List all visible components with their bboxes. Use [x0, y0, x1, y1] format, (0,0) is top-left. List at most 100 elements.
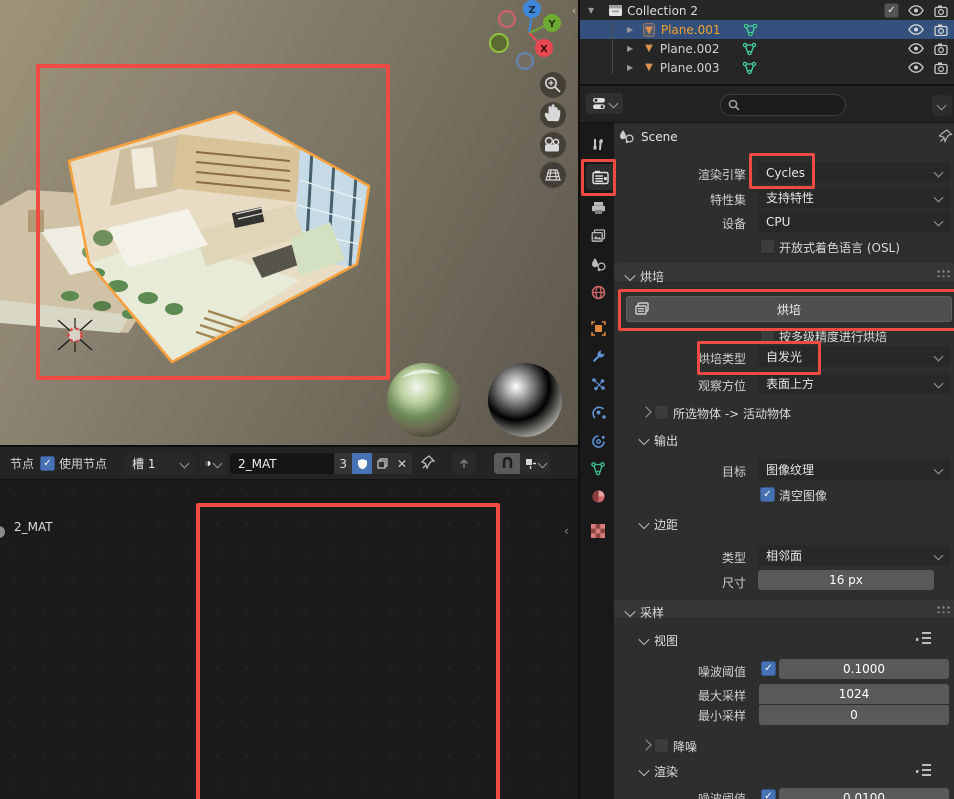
multires-checkbox[interactable]: [760, 328, 775, 343]
use-nodes-label[interactable]: 使用节点: [59, 455, 107, 472]
tab-output[interactable]: [584, 195, 612, 221]
eye-icon[interactable]: [908, 43, 924, 54]
unlink-material-button[interactable]: ✕: [392, 453, 412, 474]
engine-dropdown[interactable]: Cycles: [758, 162, 950, 183]
sampling-panel-header-bg[interactable]: [614, 600, 954, 618]
collection-name[interactable]: Collection 2: [627, 4, 698, 18]
preset-list-icon[interactable]: [916, 763, 931, 776]
tab-texture[interactable]: [584, 518, 612, 544]
bake-render-icon: [635, 302, 650, 316]
tab-particles[interactable]: [584, 371, 612, 397]
tab-world[interactable]: [584, 279, 612, 305]
output-subpanel-header[interactable]: 输出: [640, 432, 678, 449]
min-samples-value[interactable]: 0: [759, 705, 949, 725]
render-noise-checkbox[interactable]: [761, 789, 776, 799]
denoise-checkbox[interactable]: [654, 738, 669, 753]
target-dropdown[interactable]: 图像纹理: [758, 459, 950, 480]
panel-drag-dots[interactable]: [936, 605, 950, 613]
render-noise-label: 噪波阈值: [596, 790, 746, 799]
snap-toggle-button[interactable]: [494, 453, 520, 474]
user-count-badge[interactable]: 3: [334, 453, 352, 474]
output-printer-icon: [591, 201, 606, 215]
bake-button[interactable]: 烘培: [626, 296, 952, 322]
camera-render-icon[interactable]: [934, 62, 948, 74]
camera-render-icon[interactable]: [934, 43, 948, 55]
viewport-scene: Z Y X: [0, 0, 578, 445]
tab-view-layer[interactable]: [584, 223, 612, 249]
margin-subpanel-header[interactable]: 边距: [640, 516, 678, 533]
use-nodes-checkbox[interactable]: [40, 456, 55, 471]
pin-icon[interactable]: [938, 128, 953, 144]
max-samples-value[interactable]: 1024: [759, 684, 949, 704]
featureset-dropdown[interactable]: 支持特性: [758, 187, 950, 208]
noise-threshold-checkbox[interactable]: [761, 661, 776, 676]
material-name-field[interactable]: 2_MAT 3 ✕: [230, 453, 412, 474]
eye-icon[interactable]: [908, 24, 924, 35]
camera-render-icon[interactable]: [934, 5, 948, 17]
bake-panel-header[interactable]: 烘培: [626, 268, 664, 285]
search-input[interactable]: [720, 94, 846, 116]
node-menu[interactable]: 节点: [10, 455, 34, 472]
tab-modifiers[interactable]: [584, 343, 612, 369]
noise-threshold-value[interactable]: 0.1000: [779, 659, 949, 679]
node-canvas[interactable]: 2_MAT ‹: [0, 480, 578, 799]
disclosure-right-icon[interactable]: ▶: [627, 44, 633, 53]
viewport-sampling-header[interactable]: 视图: [640, 632, 678, 649]
preset-list-icon[interactable]: [916, 631, 931, 644]
canvas-sidebar-arrow[interactable]: ‹: [564, 524, 569, 538]
disclosure-down-icon[interactable]: ▼: [588, 6, 594, 15]
tab-tool[interactable]: [584, 131, 612, 157]
options-dropdown[interactable]: [932, 95, 952, 116]
slot-dropdown[interactable]: 槽 1: [124, 453, 196, 474]
tab-object-data[interactable]: [584, 455, 612, 481]
properties-header: [580, 84, 954, 123]
camera-render-icon[interactable]: [934, 24, 948, 36]
material-output-partial-icon: [0, 524, 10, 540]
viewport-3d[interactable]: Z Y X: [0, 0, 578, 445]
view-layer-icon: [591, 229, 606, 243]
material-browse-dropdown[interactable]: [200, 453, 226, 474]
bake-type-dropdown[interactable]: 自发光: [758, 346, 950, 367]
snap-target-dropdown[interactable]: [520, 453, 550, 474]
tab-physics[interactable]: [584, 399, 612, 425]
outliner-row-plane002[interactable]: ▶ ▼ Plane.002: [580, 39, 954, 58]
tab-render[interactable]: [586, 164, 614, 190]
disclosure-right-icon[interactable]: ▶: [627, 25, 633, 34]
collection-row[interactable]: ▼ Collection 2: [580, 1, 954, 20]
outliner-row-plane001[interactable]: ▶ ▼ Plane.001: [580, 20, 954, 39]
fake-user-shield-button[interactable]: [352, 453, 372, 474]
breadcrumb-label[interactable]: Scene: [641, 130, 678, 144]
panel-drag-dots[interactable]: [936, 269, 950, 277]
tab-object[interactable]: [584, 315, 612, 341]
render-sampling-header[interactable]: 渲染: [640, 763, 678, 780]
tab-material[interactable]: [584, 483, 612, 509]
tab-scene[interactable]: [584, 251, 612, 277]
device-dropdown[interactable]: CPU: [758, 211, 950, 232]
copy-material-button[interactable]: [372, 453, 392, 474]
hdri-preview-sphere: [387, 363, 461, 437]
osl-checkbox[interactable]: [760, 239, 775, 254]
go-parent-node-button[interactable]: [452, 453, 476, 474]
blender-window: Z Y X: [0, 0, 954, 799]
margin-size-slider[interactable]: 16 px: [758, 570, 934, 590]
clear-image-checkbox[interactable]: [760, 487, 775, 502]
margin-type-dropdown[interactable]: 相邻面: [758, 545, 950, 566]
outliner-row-plane003[interactable]: ▶ ▼ Plane.003: [580, 58, 954, 77]
object-name[interactable]: Plane.001: [661, 23, 721, 37]
sel-to-active-checkbox[interactable]: [654, 405, 669, 420]
eye-icon[interactable]: [908, 5, 924, 16]
editor-type-button[interactable]: [586, 93, 623, 114]
collection-checkbox[interactable]: [884, 3, 899, 18]
tab-constraints[interactable]: [584, 428, 612, 454]
render-noise-value[interactable]: 0.0100: [779, 788, 949, 799]
object-name[interactable]: Plane.003: [660, 61, 720, 75]
viewfrom-dropdown[interactable]: 表面上方: [758, 373, 950, 394]
bake-panel-header-bg[interactable]: [614, 263, 954, 281]
multires-label: 按多级精度进行烘焙: [779, 328, 887, 345]
pin-icon[interactable]: [420, 454, 436, 471]
sampling-panel-header[interactable]: 采样: [626, 604, 664, 621]
margin-size-label: 尺寸: [636, 574, 746, 591]
disclosure-right-icon[interactable]: ▶: [627, 63, 633, 72]
eye-icon[interactable]: [908, 62, 924, 73]
object-name[interactable]: Plane.002: [660, 42, 720, 56]
